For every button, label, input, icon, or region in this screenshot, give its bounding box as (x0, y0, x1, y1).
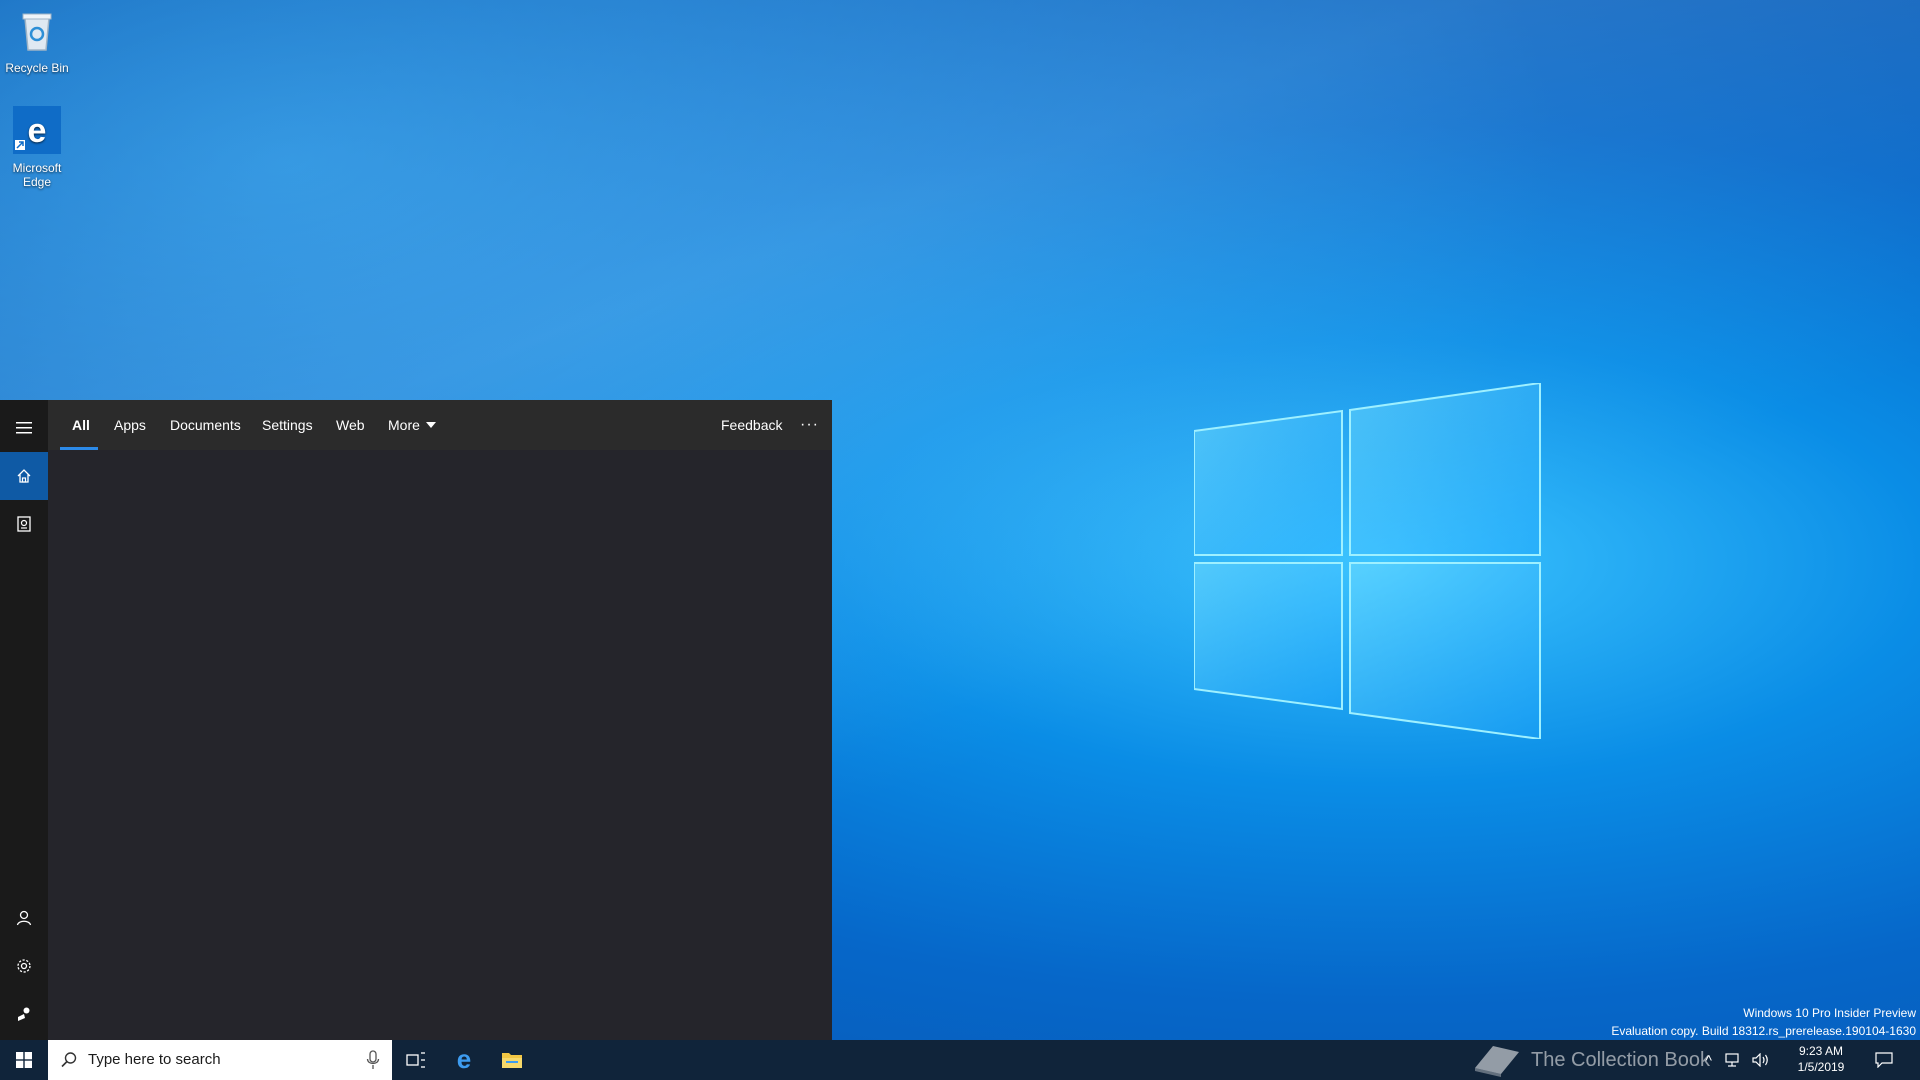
rail-settings-button[interactable] (0, 942, 48, 990)
tab-more[interactable]: More (388, 400, 436, 450)
notification-icon (1875, 1052, 1893, 1068)
taskbar: Type here to search e The Collection Boo… (0, 1040, 1920, 1080)
microphone-icon[interactable] (366, 1050, 380, 1070)
search-icon (61, 1052, 77, 1068)
tab-settings[interactable]: Settings (262, 400, 313, 450)
notebook-icon (17, 516, 31, 532)
recycle-bin-icon (22, 13, 52, 51)
taskbar-file-explorer-button[interactable] (488, 1040, 536, 1080)
volume-icon[interactable] (1752, 1053, 1770, 1067)
start-button[interactable] (0, 1040, 48, 1080)
edge-icon: e (13, 106, 61, 154)
collection-book-logo: The Collection Book (1471, 1040, 1710, 1080)
more-options-button[interactable]: ··· (800, 400, 819, 450)
chevron-up-icon[interactable]: ^ (1705, 1052, 1712, 1068)
account-icon (16, 910, 32, 926)
rail-home-button[interactable] (0, 452, 48, 500)
build-watermark: Windows 10 Pro Insider Preview Evaluatio… (1611, 1004, 1916, 1040)
chevron-down-icon (425, 422, 436, 429)
search-results-area: All Apps Documents Settings Web More Fee… (48, 400, 832, 1040)
tab-all[interactable]: All (72, 400, 90, 450)
watermark-build: Evaluation copy. Build 18312.rs_prerelea… (1611, 1024, 1916, 1038)
tab-apps[interactable]: Apps (114, 400, 146, 450)
task-view-button[interactable] (392, 1040, 440, 1080)
collection-book-text: The Collection Book (1531, 1048, 1710, 1071)
svg-text:e: e (28, 112, 47, 150)
home-icon (17, 469, 31, 483)
tab-more-label: More (388, 417, 420, 433)
desktop-icon-recycle-bin[interactable]: Recycle Bin (0, 6, 77, 75)
search-tab-bar: All Apps Documents Settings Web More Fee… (48, 400, 832, 450)
taskbar-clock[interactable]: 9:23 AM 1/5/2019 (1786, 1043, 1856, 1075)
hamburger-menu-icon (16, 422, 32, 434)
edge-icon: e (457, 1048, 471, 1072)
search-panel-rail (0, 400, 48, 1040)
search-panel: All Apps Documents Settings Web More Fee… (0, 400, 832, 1040)
desktop-icon-label: Microsoft Edge (12, 161, 62, 189)
active-tab-indicator (60, 447, 98, 450)
tab-documents[interactable]: Documents (170, 400, 241, 450)
desktop-icon-microsoft-edge[interactable]: e Microsoft Edge (0, 106, 77, 189)
rail-feedback-button[interactable] (0, 990, 48, 1038)
desktop-icon-label: Recycle Bin (5, 61, 69, 75)
taskbar-edge-button[interactable]: e (440, 1040, 488, 1080)
rail-notebook-button[interactable] (0, 500, 48, 548)
settings-icon (17, 959, 31, 973)
watermark-edition: Windows 10 Pro Insider Preview (1743, 1006, 1916, 1020)
system-tray: ^ (1705, 1040, 1770, 1080)
network-icon[interactable] (1724, 1053, 1740, 1067)
taskbar-search-box[interactable]: Type here to search (48, 1040, 392, 1080)
svg-text:e: e (457, 1048, 471, 1072)
feedback-hub-icon (18, 1007, 30, 1021)
clock-time: 9:23 AM (1798, 1044, 1844, 1058)
windows-logo-icon (16, 1052, 32, 1068)
rail-account-button[interactable] (0, 894, 48, 942)
hamburger-menu-button[interactable] (0, 404, 48, 452)
clock-date: 1/5/2019 (1797, 1060, 1845, 1074)
task-view-icon (406, 1052, 425, 1068)
windows-wallpaper-logo (1194, 383, 1541, 739)
book-icon (1475, 1046, 1520, 1077)
file-explorer-icon (502, 1053, 522, 1068)
action-center-button[interactable] (1864, 1040, 1904, 1080)
feedback-link[interactable]: Feedback (721, 400, 782, 450)
search-placeholder: Type here to search (88, 1051, 221, 1068)
tab-web[interactable]: Web (336, 400, 365, 450)
